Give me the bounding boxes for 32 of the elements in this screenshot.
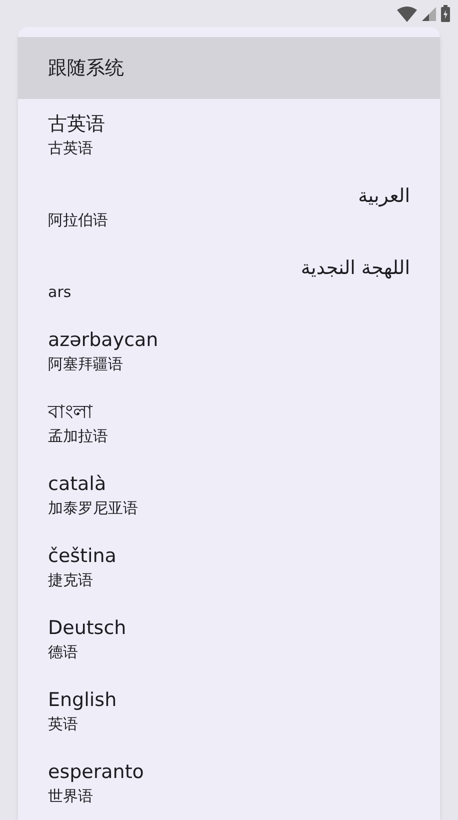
language-translation: 阿拉伯语 (48, 210, 108, 231)
language-option[interactable]: 跟随系统 (18, 37, 440, 99)
language-translation: 英语 (48, 714, 78, 735)
language-option[interactable]: esperanto 世界语 (18, 747, 440, 819)
language-option[interactable]: বাংলা 孟加拉语 (18, 387, 440, 459)
language-option[interactable]: čeština 捷克语 (18, 531, 440, 603)
language-name: azərbaycan (48, 328, 158, 353)
wifi-icon (397, 6, 417, 22)
language-translation: 世界语 (48, 786, 93, 807)
language-translation: 古英语 (48, 138, 93, 159)
language-name: català (48, 472, 106, 497)
language-translation: 阿塞拜疆语 (48, 354, 123, 375)
language-name: English (48, 688, 117, 713)
language-name: اللهجة النجدية (300, 256, 410, 281)
language-name: বাংলা (48, 400, 93, 425)
language-name: čeština (48, 544, 116, 569)
language-translation: 捷克语 (48, 570, 93, 591)
language-name: 古英语 (48, 112, 105, 137)
battery-icon (441, 5, 450, 22)
language-name: esperanto (48, 760, 144, 785)
language-option[interactable]: English 英语 (18, 675, 440, 747)
language-option[interactable]: català 加泰罗尼亚语 (18, 459, 440, 531)
language-option[interactable]: Deutsch 德语 (18, 603, 440, 675)
language-name: Deutsch (48, 616, 126, 641)
language-translation: 加泰罗尼亚语 (48, 498, 138, 519)
language-translation: ars (48, 282, 72, 303)
language-option[interactable]: 古英语 古英语 (18, 99, 440, 171)
signal-icon (422, 6, 436, 20)
language-name: العربية (358, 184, 410, 209)
language-option[interactable]: azərbaycan 阿塞拜疆语 (18, 315, 440, 387)
language-translation: 德语 (48, 642, 78, 663)
language-translation: 孟加拉语 (48, 426, 108, 447)
